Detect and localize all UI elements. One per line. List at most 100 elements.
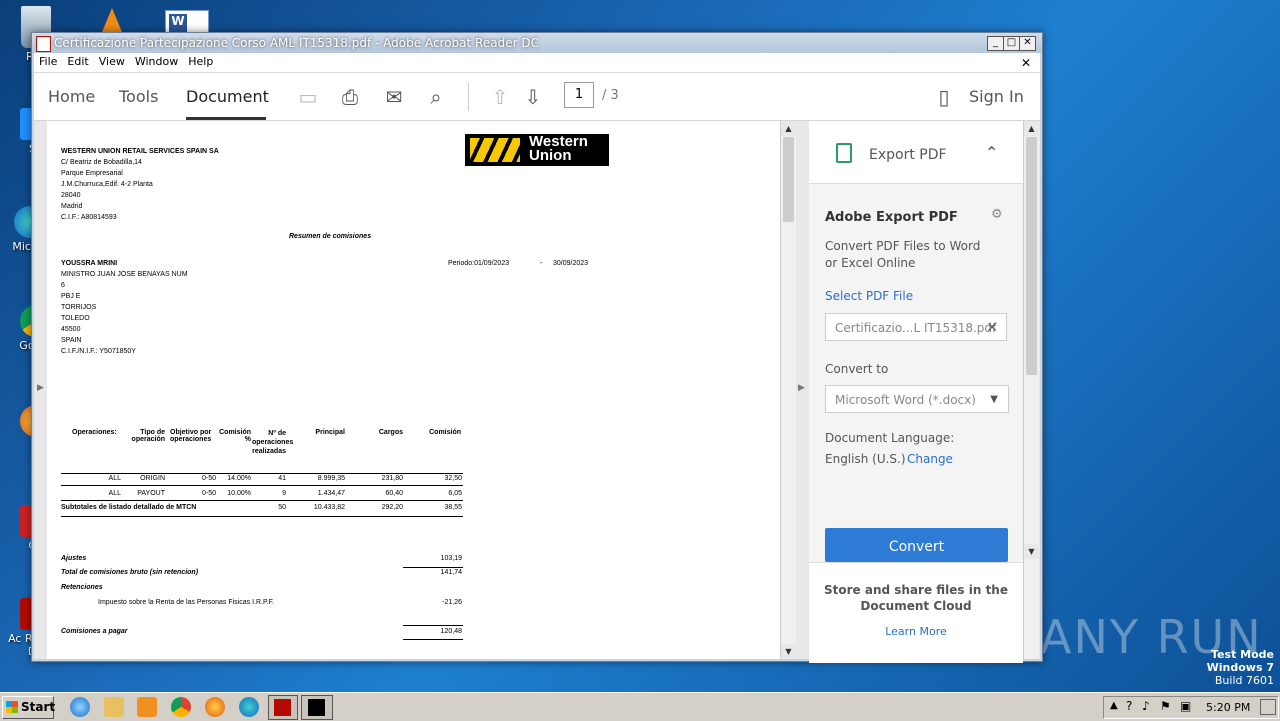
chrome-taskbar-icon[interactable]: [171, 697, 191, 717]
sign-in-link[interactable]: Sign In: [969, 87, 1024, 106]
selected-file-name: Certificazio...L IT15318.pdf: [835, 321, 997, 335]
bruto-label: Total de comisiones bruto (sin retencion…: [61, 569, 199, 576]
panel-description: or Excel Online: [825, 256, 916, 270]
subtotal-cell: 50: [278, 504, 286, 511]
total-rule: [403, 625, 463, 626]
subtotal-cell: 10.433,82: [313, 504, 345, 511]
flag-icon[interactable]: ⚑: [1160, 699, 1171, 713]
table-cell: PAYOUT: [137, 490, 165, 497]
table-cell: 231,80: [381, 475, 403, 482]
table-cell: 9: [282, 490, 286, 497]
system-tray: ▲ ? ♪ ⚑ ▣ 5:20 PM: [1103, 696, 1279, 719]
panel-description: Convert PDF Files to Word: [825, 239, 981, 253]
window-title: Certificazione Partecipazione Corso AML …: [54, 36, 539, 50]
mobile-icon[interactable]: ▯: [932, 85, 956, 109]
table-cell: ALL: [108, 475, 121, 482]
scroll-up-icon[interactable]: ▲: [781, 121, 796, 136]
selected-file-field[interactable]: Certificazio...L IT15318.pdf ✕: [825, 313, 1007, 341]
page-number-input[interactable]: 1: [564, 82, 594, 108]
show-desktop-icon[interactable]: [1260, 699, 1276, 715]
search-icon[interactable]: ⌕: [424, 85, 448, 109]
scroll-up-icon[interactable]: ▲: [1024, 121, 1039, 136]
volume-icon[interactable]: ♪: [1142, 699, 1150, 713]
close-document-icon[interactable]: ✕: [1016, 54, 1036, 72]
tab-document[interactable]: Document: [186, 87, 269, 106]
title-bar[interactable]: Certificazione Partecipazione Corso AML …: [32, 33, 1042, 53]
windows-logo-icon: [6, 701, 18, 713]
panel-scrollbar[interactable]: ▲ ▼: [1023, 121, 1039, 659]
next-page-icon[interactable]: ⇩: [521, 85, 545, 109]
table-cell: 1.434,47: [317, 490, 345, 497]
client-address-line: TORRIJOS: [61, 304, 97, 311]
dropdown-arrow-icon: ▼: [990, 394, 998, 405]
client-address-line: PBJ E: [61, 293, 81, 300]
print-icon[interactable]: ⎙: [338, 85, 362, 109]
scrollbar-thumb[interactable]: [783, 137, 794, 222]
menu-window[interactable]: Window: [130, 53, 183, 70]
export-pdf-header[interactable]: Export PDF ⌃: [809, 121, 1023, 184]
convert-button[interactable]: Convert: [825, 528, 1008, 562]
export-settings-icon[interactable]: ⚙: [991, 207, 1003, 222]
vlc-icon[interactable]: [102, 8, 122, 32]
table-cell: 8.999,35: [317, 475, 345, 482]
company-address-line: 28040: [61, 192, 81, 199]
format-select[interactable]: Microsoft Word (*.docx) ▼: [825, 385, 1009, 413]
client-address-line: MINISTRO JUAN JOSE BENAYAS NUM: [61, 271, 188, 278]
acrobat-taskbar-button[interactable]: [268, 695, 298, 720]
ajustes-value: 103,19: [440, 555, 462, 562]
retenciones-label: Retenciones: [61, 584, 103, 591]
maximize-button[interactable]: □: [1003, 36, 1020, 51]
table-cell: 10.00%: [227, 490, 251, 497]
menu-help[interactable]: Help: [183, 53, 218, 70]
edge-taskbar-icon[interactable]: [239, 697, 259, 717]
col-header-objetivo: Objetivo por operaciones: [170, 429, 212, 443]
scroll-down-icon[interactable]: ▼: [781, 644, 796, 659]
company-address-line: C/ Beatriz de Bobadilla,14: [61, 159, 142, 166]
explorer-icon[interactable]: [104, 697, 124, 717]
bruto-value: 141,74: [440, 569, 462, 576]
table-rule: [61, 485, 463, 486]
subtotal-cell: 38,55: [444, 504, 462, 511]
save-icon[interactable]: ▭: [296, 85, 320, 109]
menu-view[interactable]: View: [94, 53, 130, 70]
start-label: Start: [21, 700, 56, 714]
scrollbar-thumb[interactable]: [1026, 137, 1037, 375]
tab-tools[interactable]: Tools: [119, 87, 158, 106]
pdf-app-icon: [36, 36, 51, 52]
subtotal-label: Subtotales de listado detallado de MTCN: [61, 504, 197, 511]
learn-more-link[interactable]: Learn More: [809, 625, 1023, 638]
table-cell: 60,40: [385, 490, 403, 497]
store-text: Store and share files in the: [823, 583, 1008, 597]
collapse-chevron-icon[interactable]: ⌃: [985, 143, 998, 162]
firefox-taskbar-icon[interactable]: [205, 697, 225, 717]
close-button[interactable]: ✕: [1019, 36, 1036, 51]
previous-page-icon[interactable]: ⇧: [488, 85, 512, 109]
tray-expand-icon[interactable]: ▲: [1110, 700, 1118, 711]
scroll-down-icon[interactable]: ▼: [1024, 544, 1039, 559]
media-player-icon[interactable]: [137, 697, 157, 717]
minimize-button[interactable]: _: [987, 36, 1004, 51]
clock[interactable]: 5:20 PM: [1206, 701, 1250, 714]
col-header-operaciones: Operaciones:: [72, 429, 117, 436]
ie-icon[interactable]: [70, 697, 90, 717]
client-address-line: 6: [61, 282, 65, 289]
content-area: ▶ WESTERN UNION RETAIL SERVICES SPAIN SA…: [34, 121, 1040, 663]
clear-file-icon[interactable]: ✕: [986, 314, 998, 342]
acrobat-window[interactable]: Certificazione Partecipazione Corso AML …: [31, 32, 1043, 663]
help-icon[interactable]: ?: [1126, 699, 1132, 713]
email-icon[interactable]: ✉: [382, 85, 406, 109]
table-rule: [61, 516, 463, 517]
cmd-taskbar-button[interactable]: [301, 695, 333, 720]
menu-file[interactable]: File: [34, 53, 62, 70]
test-mode-text: Test Mode Windows 7 Build 7601: [1207, 648, 1274, 687]
tab-home[interactable]: Home: [48, 87, 95, 106]
network-icon[interactable]: ▣: [1180, 699, 1191, 713]
menu-edit[interactable]: Edit: [62, 53, 93, 70]
start-button[interactable]: Start: [2, 696, 56, 719]
pagar-label: Comisiones a pagar: [61, 628, 128, 635]
right-panel-toggle-icon[interactable]: ▶: [798, 383, 805, 393]
table-cell: 32,50: [444, 475, 462, 482]
document-scrollbar[interactable]: ▲ ▼: [780, 121, 796, 659]
change-language-link[interactable]: Change: [907, 452, 953, 466]
left-panel-toggle-icon[interactable]: ▶: [37, 383, 44, 393]
